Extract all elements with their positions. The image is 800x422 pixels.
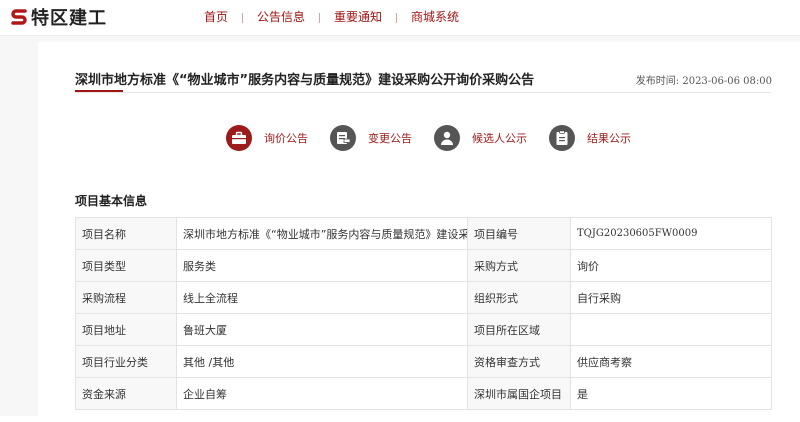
- field-value: 其他 /其他: [176, 345, 468, 378]
- field-value: 企业自筹: [176, 377, 468, 410]
- tab-label: 结果公示: [587, 132, 631, 145]
- field-value: 鲁班大厦: [176, 313, 468, 346]
- field-label: 项目名称: [75, 217, 177, 250]
- title-divider: [75, 92, 771, 93]
- field-value: 是: [570, 377, 772, 410]
- tab-candidates[interactable]: 候选人公示: [434, 125, 527, 151]
- field-label: 组织形式: [467, 281, 571, 314]
- field-label: 项目编号: [467, 217, 571, 250]
- table-row: 采购流程 线上全流程 组织形式 自行采购: [75, 281, 772, 314]
- field-value: 线上全流程: [176, 281, 468, 314]
- field-value: 服务类: [176, 249, 468, 282]
- nav-home[interactable]: 首页: [190, 0, 242, 35]
- page-background: 深圳市地方标准《“物业城市”服务内容与质量规范》建设采购公开询价采购公告 发布时…: [0, 36, 800, 422]
- title-accent-bar: [75, 90, 123, 92]
- section-title: 项目基本信息: [75, 194, 148, 208]
- nav-notices[interactable]: 重要通知: [320, 0, 396, 35]
- logo[interactable]: 特区建工: [10, 6, 107, 29]
- field-value: 深圳市地方标准《“物业城市”服务内容与质量规范》建设采购: [176, 217, 468, 250]
- page-title: 深圳市地方标准《“物业城市”服务内容与质量规范》建设采购公开询价采购公告: [75, 73, 535, 88]
- field-value: 供应商考察: [570, 345, 772, 378]
- logo-text: 特区建工: [31, 8, 107, 29]
- table-row: 项目名称 深圳市地方标准《“物业城市”服务内容与质量规范》建设采购 项目编号 T…: [75, 217, 772, 250]
- tab-change[interactable]: 变更公告: [330, 125, 412, 151]
- publish-date: 发布时间: 2023-06-06 08:00: [635, 76, 772, 87]
- content-card: 深圳市地方标准《“物业城市”服务内容与质量规范》建设采购公开询价采购公告 发布时…: [38, 42, 800, 422]
- table-row: 资金来源 企业自筹 深圳市属国企项目 是: [75, 377, 772, 410]
- field-value: 询价: [570, 249, 772, 282]
- project-info-table: 项目名称 深圳市地方标准《“物业城市”服务内容与质量规范》建设采购 项目编号 T…: [75, 217, 772, 410]
- table-row: 项目行业分类 其他 /其他 资格审查方式 供应商考察: [75, 345, 772, 378]
- field-value: 自行采购: [570, 281, 772, 314]
- field-label: 项目所在区域: [467, 313, 571, 346]
- person-icon: [434, 125, 460, 151]
- main-nav: 首页 公告信息 重要通知 商城系统: [190, 0, 473, 35]
- field-value: TQJG20230605FW0009: [570, 217, 772, 250]
- nav-announcements[interactable]: 公告信息: [243, 0, 319, 35]
- clipboard-icon: [549, 125, 575, 151]
- tab-inquiry[interactable]: 询价公告: [226, 125, 308, 151]
- tab-label: 候选人公示: [472, 132, 527, 145]
- field-label: 项目类型: [75, 249, 177, 282]
- tab-label: 询价公告: [264, 132, 308, 145]
- briefcase-icon: [226, 125, 252, 151]
- tab-label: 变更公告: [368, 132, 412, 145]
- field-value: [570, 313, 772, 346]
- notice-tabs: 询价公告 变更公告 候选人公示 结果公示: [226, 125, 653, 151]
- table-row: 项目类型 服务类 采购方式 询价: [75, 249, 772, 282]
- field-label: 项目地址: [75, 313, 177, 346]
- field-label: 采购流程: [75, 281, 177, 314]
- field-label: 采购方式: [467, 249, 571, 282]
- field-label: 项目行业分类: [75, 345, 177, 378]
- field-label: 资格审查方式: [467, 345, 571, 378]
- top-bar: 特区建工 首页 公告信息 重要通知 商城系统: [0, 0, 800, 36]
- document-edit-icon: [330, 125, 356, 151]
- nav-mall[interactable]: 商城系统: [397, 0, 473, 35]
- logo-s-icon: [11, 9, 27, 25]
- tab-results[interactable]: 结果公示: [549, 125, 631, 151]
- field-label: 深圳市属国企项目: [467, 377, 571, 410]
- field-label: 资金来源: [75, 377, 177, 410]
- table-row: 项目地址 鲁班大厦 项目所在区域: [75, 313, 772, 346]
